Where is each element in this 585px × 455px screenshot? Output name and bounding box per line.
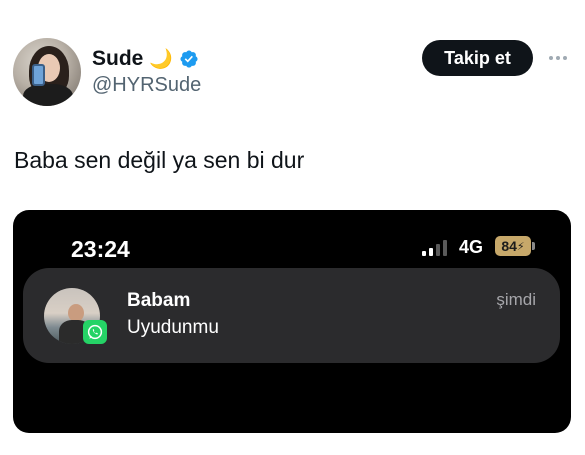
tweet-text: Baba sen değil ya sen bi dur	[14, 147, 305, 173]
tweet-card: Sude 🌙 @HYRSude Takip et Baba sen değil …	[0, 0, 585, 455]
battery-level: 84	[501, 238, 517, 254]
cellular-signal-icon	[422, 240, 447, 256]
name-row: Sude 🌙	[92, 44, 199, 74]
notification-time: şimdi	[496, 290, 536, 309]
whatsapp-glyph-icon	[87, 324, 103, 340]
network-type: 4G	[459, 237, 484, 257]
charging-bolt-icon: ⚡	[516, 240, 525, 253]
more-dot	[556, 56, 560, 60]
status-bar-time: 23:24	[71, 236, 130, 262]
user-handle[interactable]: @HYRSude	[92, 74, 201, 97]
battery-tip	[532, 242, 535, 250]
moon-emoji-icon: 🌙	[149, 48, 174, 70]
follow-button[interactable]: Takip et	[422, 40, 533, 76]
display-name[interactable]: Sude	[92, 47, 143, 71]
avatar-phone	[32, 64, 45, 86]
whatsapp-notification[interactable]: Babam Uyudunmu şimdi	[23, 268, 560, 363]
notification-message: Uyudunmu	[127, 317, 219, 338]
user-avatar[interactable]	[13, 38, 81, 106]
tweet-media-image[interactable]: 23:24 4G 84 ⚡ Babam Uyudunmu şimdi	[13, 210, 571, 433]
more-dot	[549, 56, 553, 60]
notification-sender: Babam	[127, 290, 191, 311]
verified-badge-icon	[180, 50, 198, 68]
more-dot	[563, 56, 567, 60]
avatar-body	[23, 84, 73, 106]
battery-icon: 84 ⚡	[495, 236, 531, 256]
more-horizontal-icon[interactable]	[543, 46, 573, 70]
whatsapp-icon	[83, 320, 107, 344]
